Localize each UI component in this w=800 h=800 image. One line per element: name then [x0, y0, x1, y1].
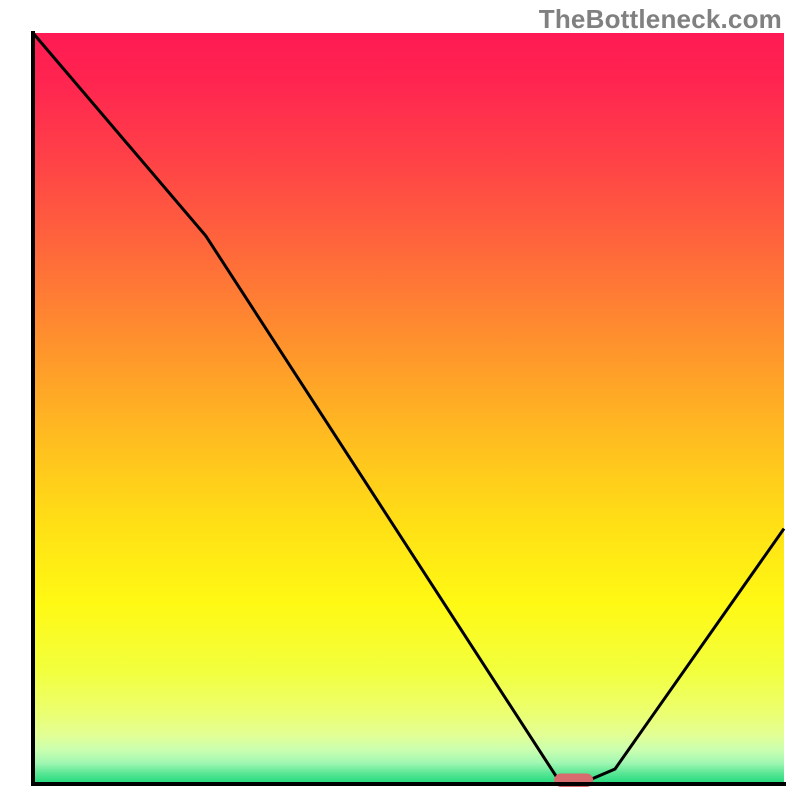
- chart-container: TheBottleneck.com: [0, 0, 800, 800]
- watermark-label: TheBottleneck.com: [539, 4, 782, 35]
- bottleneck-chart: [0, 0, 800, 800]
- plot-background: [33, 33, 784, 784]
